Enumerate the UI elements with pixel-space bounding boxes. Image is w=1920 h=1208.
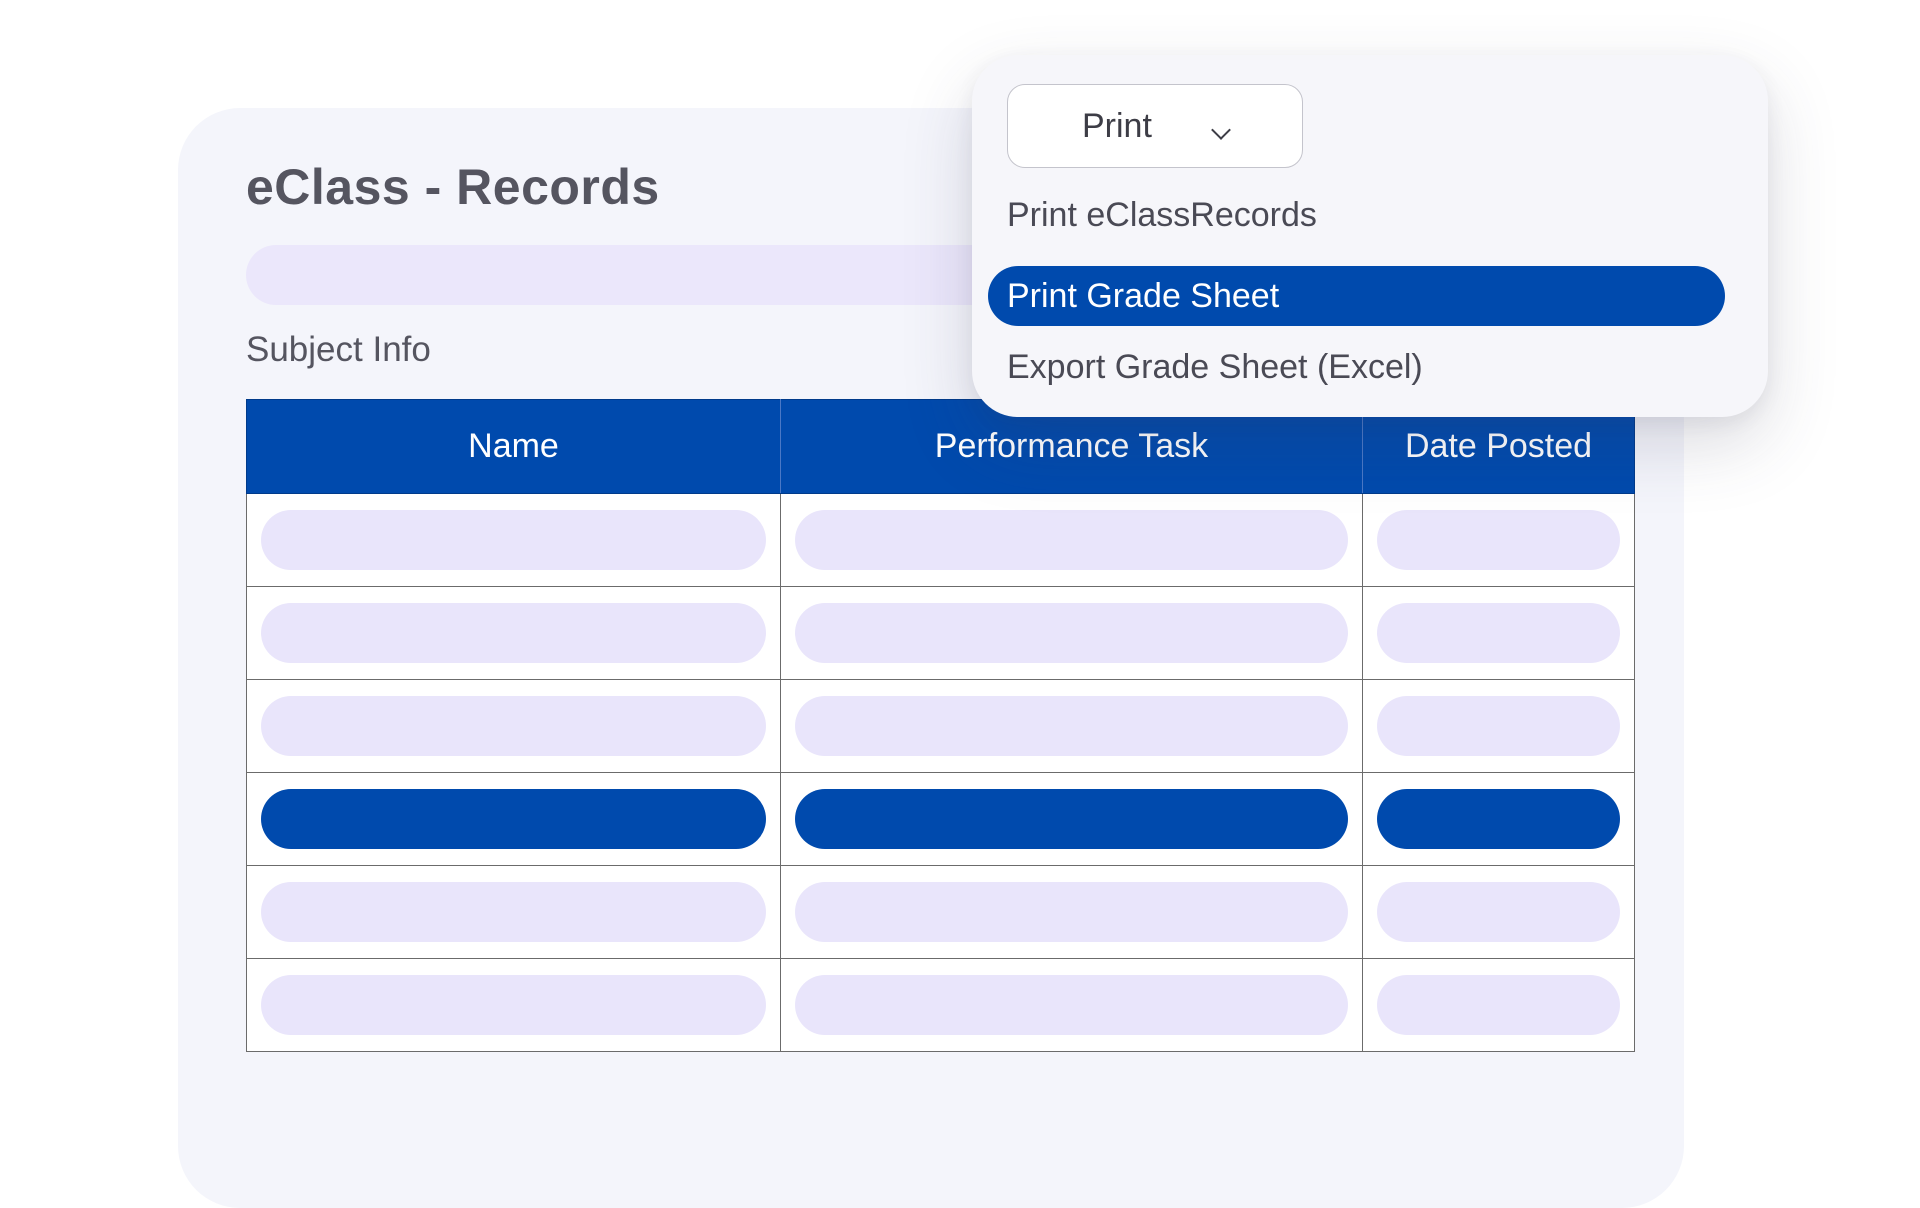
cell-performance-task [780,586,1363,680]
table-row[interactable] [246,586,1635,680]
selected-bar [1377,789,1620,849]
table-row[interactable] [246,865,1635,959]
placeholder-bar [1377,696,1620,756]
table-row[interactable] [246,679,1635,773]
menu-item-print-eclassrecords[interactable]: Print eClassRecords [1007,196,1317,235]
cell-name [246,865,781,959]
placeholder-bar [261,975,766,1035]
placeholder-bar [795,696,1348,756]
placeholder-bar [261,882,766,942]
column-header-name[interactable]: Name [246,399,781,494]
cell-date-posted [1362,586,1635,680]
cell-date-posted [1362,958,1635,1052]
placeholder-bar [795,510,1348,570]
print-select[interactable]: Print [1007,84,1303,168]
cell-name [246,958,781,1052]
selected-bar [261,789,766,849]
section-label-subject-info: Subject Info [246,330,431,369]
table-row[interactable] [246,493,1635,587]
table-row-selected[interactable] [246,772,1635,866]
cell-name [246,772,781,866]
placeholder-bar [261,510,766,570]
placeholder-bar [261,696,766,756]
table-row[interactable] [246,958,1635,1052]
chevron-down-icon [1211,120,1231,140]
cell-performance-task [780,772,1363,866]
placeholder-bar [261,603,766,663]
records-table: Name Performance Task Date Posted [246,399,1635,1052]
selected-bar [795,789,1348,849]
cell-name [246,493,781,587]
cell-date-posted [1362,493,1635,587]
placeholder-bar [1377,975,1620,1035]
cell-performance-task [780,865,1363,959]
print-select-label: Print [1082,107,1152,145]
cell-name [246,679,781,773]
cell-name [246,586,781,680]
menu-item-export-grade-sheet-excel[interactable]: Export Grade Sheet (Excel) [1007,348,1423,387]
cell-performance-task [780,679,1363,773]
placeholder-bar [795,975,1348,1035]
placeholder-bar [1377,882,1620,942]
cell-performance-task [780,493,1363,587]
placeholder-bar [1377,603,1620,663]
placeholder-bar [795,603,1348,663]
cell-performance-task [780,958,1363,1052]
menu-item-print-grade-sheet[interactable]: Print Grade Sheet [988,266,1725,326]
placeholder-bar [1377,510,1620,570]
cell-date-posted [1362,772,1635,866]
cell-date-posted [1362,865,1635,959]
placeholder-bar [795,882,1348,942]
cell-date-posted [1362,679,1635,773]
page-title: eClass - Records [246,159,660,215]
